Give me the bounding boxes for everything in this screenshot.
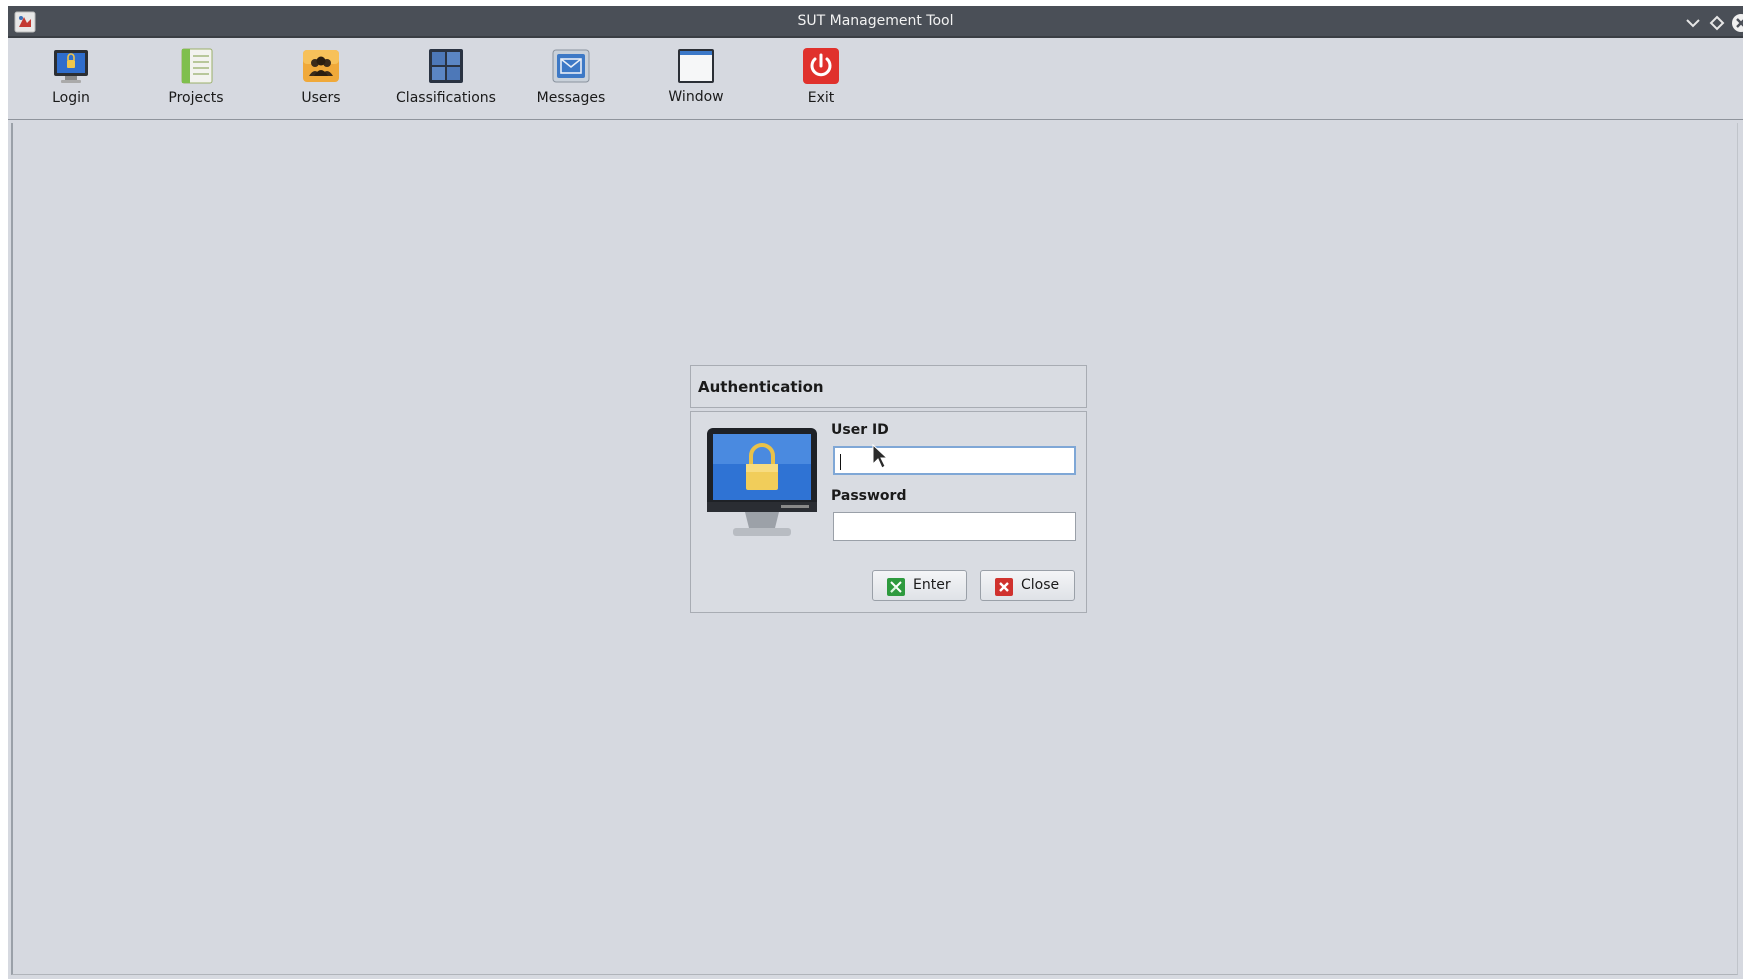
close-window-icon[interactable] [1730, 12, 1743, 34]
projects-icon [176, 46, 216, 86]
dialog-body: User ID Password Enter Close [690, 411, 1087, 613]
toolbar-label-exit: Exit [807, 90, 835, 106]
lock-monitor-icon [705, 426, 819, 544]
title-bar: SUT Management Tool [8, 6, 1743, 38]
toolbar-label-login: Login [52, 90, 90, 106]
window-title: SUT Management Tool [797, 13, 954, 29]
power-icon [801, 46, 841, 86]
authentication-dialog: Authentication User ID Password Enter Cl… [690, 365, 1087, 613]
dialog-title: Authentication [698, 378, 824, 396]
toolbar-window-button[interactable]: Window [641, 46, 751, 112]
toolbar-label-window: Window [668, 89, 724, 105]
mouse-pointer-icon [872, 444, 888, 469]
main-window: SUT Management Tool Login Projects Users… [8, 6, 1743, 979]
enter-button[interactable]: Enter [872, 570, 967, 601]
close-button[interactable]: Close [980, 570, 1075, 601]
maximize-icon[interactable] [1706, 12, 1728, 34]
toolbar: Login Projects Users Classifications Mes… [8, 40, 1743, 120]
toolbar-messages-button[interactable]: Messages [516, 46, 626, 112]
close-label: Close [1021, 577, 1060, 593]
login-monitor-icon [51, 46, 91, 86]
toolbar-login-button[interactable]: Login [16, 46, 126, 112]
toolbar-label-projects: Projects [168, 90, 224, 106]
window-icon [676, 46, 716, 86]
toolbar-projects-button[interactable]: Projects [141, 46, 251, 112]
minimize-icon[interactable] [1682, 12, 1704, 34]
user-id-field[interactable] [833, 446, 1076, 475]
toolbar-label-users: Users [301, 90, 341, 106]
toolbar-label-messages: Messages [536, 90, 606, 106]
enter-label: Enter [913, 577, 951, 593]
users-icon [301, 46, 341, 86]
toolbar-users-button[interactable]: Users [266, 46, 376, 112]
password-field[interactable] [833, 512, 1076, 541]
toolbar-label-classifications: Classifications [396, 90, 496, 106]
password-label: Password [831, 488, 907, 504]
dialog-header: Authentication [690, 365, 1087, 408]
messages-icon [551, 46, 591, 86]
classifications-icon [426, 46, 466, 86]
close-icon [995, 578, 1013, 596]
enter-icon [887, 578, 905, 596]
user-id-label: User ID [831, 422, 889, 438]
toolbar-exit-button[interactable]: Exit [766, 46, 876, 112]
text-caret [840, 454, 841, 470]
toolbar-classifications-button[interactable]: Classifications [391, 46, 501, 112]
